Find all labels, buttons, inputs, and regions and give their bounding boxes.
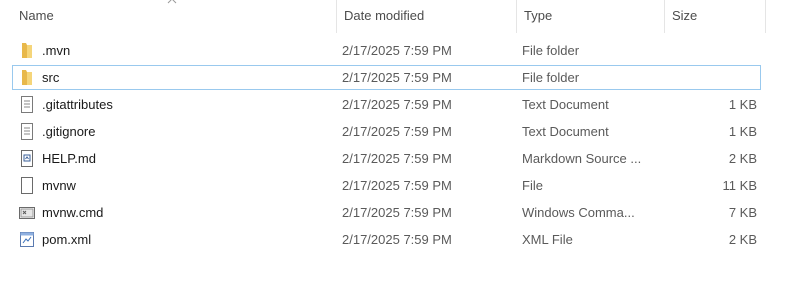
column-header-size[interactable]: Size bbox=[664, 0, 765, 33]
file-size: 1 KB bbox=[728, 97, 757, 112]
file-date-modified: 2/17/2025 7:59 PM bbox=[342, 205, 452, 220]
file-type: XML File bbox=[522, 232, 573, 247]
file-row-mvnw[interactable]: mvnw 2/17/2025 7:59 PM File 11 KB bbox=[12, 173, 761, 198]
file-size: 11 KB bbox=[722, 178, 757, 193]
file-row-gitignore[interactable]: .gitignore 2/17/2025 7:59 PM Text Docume… bbox=[12, 119, 761, 144]
column-header-name[interactable]: Name bbox=[12, 0, 334, 33]
file-row-help-md[interactable]: HELP.md 2/17/2025 7:59 PM Markdown Sourc… bbox=[12, 146, 761, 171]
text-file-icon bbox=[21, 96, 33, 113]
folder-icon bbox=[22, 70, 32, 85]
file-name: mvnw bbox=[42, 178, 76, 193]
column-header-bar: Name Date modified Type Size bbox=[0, 0, 766, 33]
file-size bbox=[662, 38, 757, 63]
file-size: 2 KB bbox=[728, 232, 757, 247]
file-date-modified: 2/17/2025 7:59 PM bbox=[342, 178, 452, 193]
file-size: 1 KB bbox=[728, 124, 757, 139]
file-name: .mvn bbox=[42, 43, 71, 58]
file-row-src-folder[interactable]: src 2/17/2025 7:59 PM File folder bbox=[12, 65, 761, 90]
file-date-modified: 2/17/2025 7:59 PM bbox=[342, 97, 452, 112]
file-type: File folder bbox=[522, 43, 580, 58]
file-date-modified: 2/17/2025 7:59 PM bbox=[342, 43, 452, 58]
file-date-modified: 2/17/2025 7:59 PM bbox=[342, 232, 452, 247]
folder-icon bbox=[22, 43, 32, 58]
file-type: Markdown Source ... bbox=[522, 151, 642, 166]
file-type: Windows Comma... bbox=[522, 205, 635, 220]
file-row-mvn-folder[interactable]: .mvn 2/17/2025 7:59 PM File folder bbox=[12, 38, 761, 63]
xml-file-icon bbox=[20, 232, 34, 247]
file-size: 2 KB bbox=[728, 151, 757, 166]
file-type: Text Document bbox=[522, 97, 609, 112]
file-row-mvnw-cmd[interactable]: mvnw.cmd 2/17/2025 7:59 PM Windows Comma… bbox=[12, 200, 761, 225]
column-header-date-modified[interactable]: Date modified bbox=[336, 0, 514, 33]
cmd-file-icon bbox=[19, 207, 35, 219]
file-row-gitattributes[interactable]: .gitattributes 2/17/2025 7:59 PM Text Do… bbox=[12, 92, 761, 117]
file-size bbox=[662, 65, 757, 90]
blank-file-icon bbox=[21, 177, 33, 194]
file-name: pom.xml bbox=[42, 232, 92, 247]
file-date-modified: 2/17/2025 7:59 PM bbox=[342, 124, 452, 139]
file-size: 7 KB bbox=[728, 205, 757, 220]
text-file-icon bbox=[21, 123, 33, 140]
file-row-pom-xml[interactable]: pom.xml 2/17/2025 7:59 PM XML File 2 KB bbox=[12, 227, 761, 252]
column-divider[interactable] bbox=[765, 0, 766, 33]
column-header-type[interactable]: Type bbox=[516, 0, 662, 33]
file-name: src bbox=[42, 70, 60, 85]
file-name: .gitignore bbox=[42, 124, 96, 139]
file-name: mvnw.cmd bbox=[42, 205, 104, 220]
file-name: .gitattributes bbox=[42, 97, 113, 112]
file-type: File folder bbox=[522, 70, 580, 85]
markdown-file-icon bbox=[21, 150, 33, 167]
file-date-modified: 2/17/2025 7:59 PM bbox=[342, 70, 452, 85]
file-type: Text Document bbox=[522, 124, 609, 139]
file-date-modified: 2/17/2025 7:59 PM bbox=[342, 151, 452, 166]
file-name: HELP.md bbox=[42, 151, 96, 166]
file-type: File bbox=[522, 178, 543, 193]
